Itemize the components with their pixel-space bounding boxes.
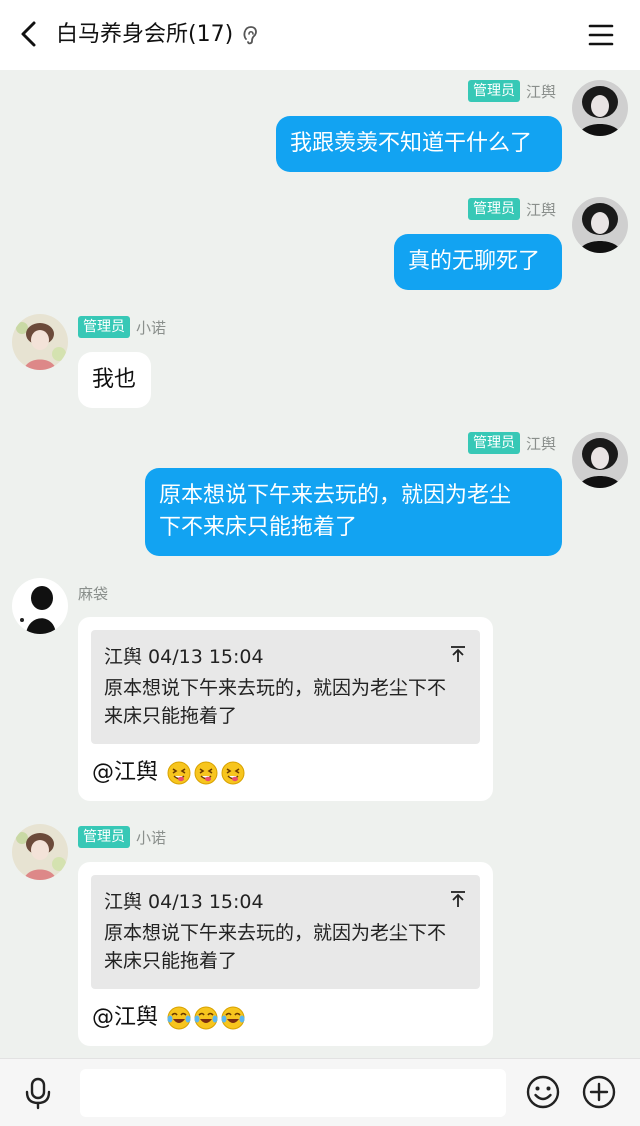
jump-to-top-icon[interactable]: [448, 644, 468, 664]
mention[interactable]: @江舆: [92, 1002, 158, 1034]
sender-meta: 管理员 江舆: [467, 80, 556, 102]
avatar[interactable]: [12, 314, 68, 370]
message-bubble[interactable]: 真的无聊死了: [394, 234, 562, 290]
sender-meta: 管理员 江舆: [467, 432, 556, 454]
voice-button[interactable]: [20, 1075, 56, 1111]
quote-line: 原本想说下午来去玩的，就因为老尘下不: [104, 922, 447, 944]
top-bar: 白马养身会所(17): [0, 0, 640, 70]
input-bar: [0, 1058, 640, 1126]
sender-meta: 管理员 小诺: [78, 316, 166, 338]
avatar[interactable]: [12, 578, 68, 634]
message-bubble[interactable]: 我也: [78, 352, 151, 408]
sender-meta: 麻袋: [78, 582, 108, 604]
tongue-wink-emoji-icon: [194, 761, 218, 785]
quote-text: 原本想说下午来去玩的，就因为老尘下不 来床只能拖着了: [104, 674, 469, 730]
tongue-wink-emoji-icon: [167, 761, 191, 785]
quoted-message[interactable]: 江舆 04/13 15:04 原本想说下午来去玩的，就因为老尘下不 来床只能拖着…: [91, 875, 480, 989]
message-incoming: 管理员 小诺 江舆 04/13 15:04 原本想说下午来去玩的，就因为老尘下不…: [0, 824, 640, 1054]
reply-body: @江舆: [92, 1002, 246, 1034]
more-options-button[interactable]: [580, 1073, 618, 1111]
quote-line: 来床只能拖着了: [104, 950, 238, 972]
emoji-row: [166, 760, 246, 786]
avatar[interactable]: [572, 80, 628, 136]
hamburger-menu-icon: [588, 24, 614, 46]
admin-badge: 管理员: [467, 432, 520, 454]
plus-circle-icon: [582, 1075, 616, 1109]
microphone-icon: [25, 1077, 51, 1110]
sender-meta: 管理员 小诺: [78, 826, 166, 848]
message-line: 下不来床只能拖着了: [159, 515, 358, 540]
admin-badge: 管理员: [78, 316, 130, 338]
quote-header: 江舆 04/13 15:04: [104, 646, 264, 668]
avatar[interactable]: [572, 432, 628, 488]
sender-name: 小诺: [136, 318, 167, 337]
sender-name: 麻袋: [78, 584, 109, 603]
tears-of-joy-emoji-icon: [167, 1006, 191, 1030]
message-input[interactable]: [80, 1069, 506, 1117]
message-bubble[interactable]: 原本想说下午来去玩的，就因为老尘 下不来床只能拖着了: [145, 468, 562, 556]
quote-header: 江舆 04/13 15:04: [104, 891, 264, 913]
jump-to-top-icon[interactable]: [448, 889, 468, 909]
quoted-message[interactable]: 江舆 04/13 15:04 原本想说下午来去玩的，就因为老尘下不 来床只能拖着…: [91, 630, 480, 744]
avatar[interactable]: [12, 824, 68, 880]
group-name: 白马养身会所(17): [56, 22, 234, 47]
admin-badge: 管理员: [467, 80, 520, 102]
sender-name: 江舆: [525, 82, 556, 101]
sender-name: 江舆: [525, 434, 556, 453]
back-button[interactable]: [12, 16, 48, 52]
admin-badge: 管理员: [467, 198, 520, 220]
reply-message-card[interactable]: 江舆 04/13 15:04 原本想说下午来去玩的，就因为老尘下不 来床只能拖着…: [78, 862, 493, 1046]
tears-of-joy-emoji-icon: [194, 1006, 218, 1030]
sender-name: 江舆: [525, 200, 556, 219]
avatar[interactable]: [572, 197, 628, 253]
message-outgoing: 管理员 江舆 真的无聊死了: [0, 196, 640, 296]
quote-text: 原本想说下午来去玩的，就因为老尘下不 来床只能拖着了: [104, 919, 469, 975]
message-bubble[interactable]: 我跟羡羡不知道干什么了: [276, 116, 562, 172]
emoji-row: [166, 1005, 246, 1031]
reply-body: @江舆: [92, 757, 246, 789]
tongue-wink-emoji-icon: [221, 761, 245, 785]
message-line: 原本想说下午来去玩的，就因为老尘: [159, 483, 512, 508]
reply-message-card[interactable]: 江舆 04/13 15:04 原本想说下午来去玩的，就因为老尘下不 来床只能拖着…: [78, 617, 493, 801]
message-outgoing: 管理员 江舆 原本想说下午来去玩的，就因为老尘 下不来床只能拖着了: [0, 432, 640, 562]
emoji-button[interactable]: [524, 1073, 562, 1111]
sender-meta: 管理员 江舆: [467, 198, 556, 220]
admin-badge: 管理员: [78, 826, 130, 848]
ear-icon: [243, 26, 258, 45]
message-incoming: 麻袋 江舆 04/13 15:04 原本想说下午来去玩的，就因为老尘下不 来床只…: [0, 578, 640, 808]
tears-of-joy-emoji-icon: [221, 1006, 245, 1030]
message-incoming: 管理员 小诺 我也: [0, 314, 640, 414]
message-outgoing: 管理员 江舆 我跟羡羡不知道干什么了: [0, 78, 640, 178]
quote-line: 来床只能拖着了: [104, 705, 238, 727]
chat-title: 白马养身会所(17): [56, 18, 259, 52]
quote-line: 原本想说下午来去玩的，就因为老尘下不: [104, 677, 447, 699]
sender-name: 小诺: [136, 828, 167, 847]
smiley-icon: [526, 1075, 560, 1109]
chevron-left-icon: [21, 21, 36, 47]
menu-button[interactable]: [584, 18, 618, 52]
mention[interactable]: @江舆: [92, 757, 158, 789]
